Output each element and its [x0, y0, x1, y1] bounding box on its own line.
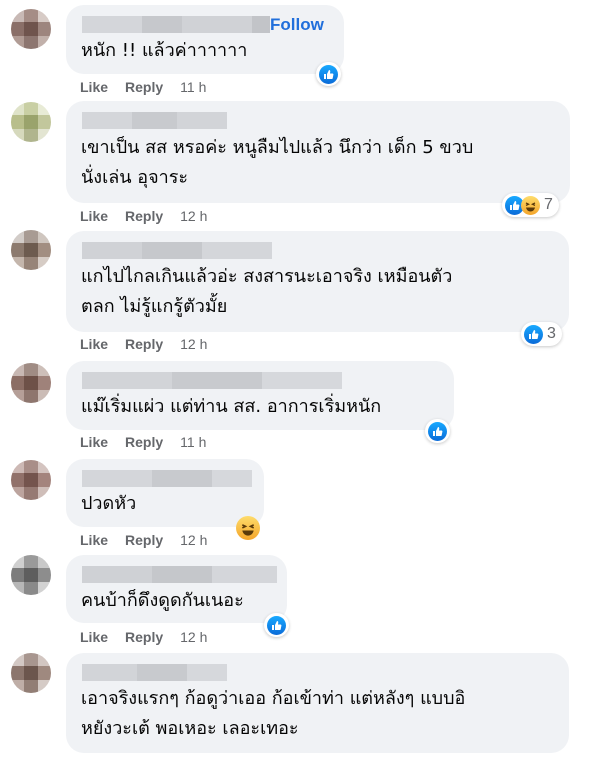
commenter-name-blurred[interactable]: [82, 242, 272, 259]
commenter-name-blurred[interactable]: [82, 372, 342, 389]
commenter-name-blurred[interactable]: [82, 664, 227, 681]
reaction-summary: [236, 516, 260, 540]
commenter-name-blurred[interactable]: [82, 112, 227, 129]
comment-bubble: เอาจริงแรกๆ ก้อดูว่าเออ ก้อเข้าท่า แต่หล…: [66, 653, 569, 753]
reaction-summary[interactable]: 7: [502, 193, 559, 217]
reply-button[interactable]: Reply: [125, 434, 163, 450]
timestamp[interactable]: 12 h: [180, 336, 207, 352]
reaction-count: 3: [547, 325, 556, 342]
timestamp[interactable]: 12 h: [180, 629, 207, 645]
like-button[interactable]: Like: [80, 79, 108, 95]
like-reaction-icon: [267, 615, 286, 635]
commenter-name-blurred[interactable]: [82, 470, 252, 487]
avatar[interactable]: [11, 363, 51, 403]
comment-text: แม๊เริ่มแผ่ว แต่ท่าน สส. อาการเริ่มหนัก: [81, 396, 382, 417]
reaction-summary[interactable]: [264, 613, 289, 637]
like-button[interactable]: Like: [80, 336, 108, 352]
avatar[interactable]: [11, 102, 51, 142]
reply-button[interactable]: Reply: [125, 532, 163, 548]
follow-link[interactable]: Follow: [270, 15, 324, 35]
avatar[interactable]: [11, 555, 51, 595]
reaction-summary[interactable]: [425, 419, 450, 443]
avatar[interactable]: [11, 9, 51, 49]
comment-text: เขาเป็น สส หรอค่ะ หนูลืมไปแล้ว นึกว่า เด…: [81, 137, 474, 188]
comment-bubble: ปวดหัว: [66, 459, 264, 527]
comment-text: คนบ้าก็ดึงดูดกันเนอะ: [81, 590, 244, 611]
avatar[interactable]: [11, 230, 51, 270]
avatar[interactable]: [11, 653, 51, 693]
like-button[interactable]: Like: [80, 434, 108, 450]
like-button[interactable]: Like: [80, 532, 108, 548]
like-button[interactable]: Like: [80, 208, 108, 224]
comment-actions: Like Reply 12 h: [80, 336, 207, 352]
reply-button[interactable]: Reply: [125, 336, 163, 352]
comment-bubble: Follow หนัก !! แล้วค่าาาาาา: [66, 5, 344, 74]
reaction-summary[interactable]: [316, 62, 341, 86]
like-reaction-icon: [319, 64, 338, 84]
haha-reaction-icon: [521, 195, 540, 215]
comment-text: หนัก !! แล้วค่าาาาาา: [81, 40, 248, 61]
reaction-summary[interactable]: 3: [521, 322, 562, 346]
commenter-name-blurred[interactable]: [82, 16, 270, 33]
haha-reaction-icon[interactable]: [236, 516, 260, 540]
avatar[interactable]: [11, 460, 51, 500]
reply-button[interactable]: Reply: [125, 629, 163, 645]
timestamp[interactable]: 12 h: [180, 532, 207, 548]
comment-actions: Like Reply 11 h: [80, 434, 206, 450]
timestamp[interactable]: 11 h: [180, 434, 206, 450]
comment-actions: Like Reply 11 h: [80, 79, 206, 95]
comment-bubble: เขาเป็น สส หรอค่ะ หนูลืมไปแล้ว นึกว่า เด…: [66, 101, 570, 203]
comment-text: แกไปไกลเกินแล้วอ่ะ สงสารนะเอาจริง เหมือน…: [81, 266, 453, 317]
comment-actions: Like Reply 12 h: [80, 629, 207, 645]
reply-button[interactable]: Reply: [125, 208, 163, 224]
comment-bubble: แม๊เริ่มแผ่ว แต่ท่าน สส. อาการเริ่มหนัก: [66, 361, 454, 430]
comment-actions: Like Reply 12 h: [80, 532, 207, 548]
timestamp[interactable]: 12 h: [180, 208, 207, 224]
reply-button[interactable]: Reply: [125, 79, 163, 95]
reaction-count: 7: [544, 196, 553, 213]
comment-bubble: แกไปไกลเกินแล้วอ่ะ สงสารนะเอาจริง เหมือน…: [66, 231, 569, 332]
comment-actions: Like Reply 12 h: [80, 208, 207, 224]
like-reaction-icon: [524, 324, 543, 344]
commenter-name-blurred[interactable]: [82, 566, 277, 583]
comment-text: ปวดหัว: [81, 493, 137, 514]
like-reaction-icon: [428, 421, 447, 441]
like-button[interactable]: Like: [80, 629, 108, 645]
comment-bubble: คนบ้าก็ดึงดูดกันเนอะ: [66, 555, 287, 623]
comment-text: เอาจริงแรกๆ ก้อดูว่าเออ ก้อเข้าท่า แต่หล…: [81, 688, 466, 739]
timestamp[interactable]: 11 h: [180, 79, 206, 95]
